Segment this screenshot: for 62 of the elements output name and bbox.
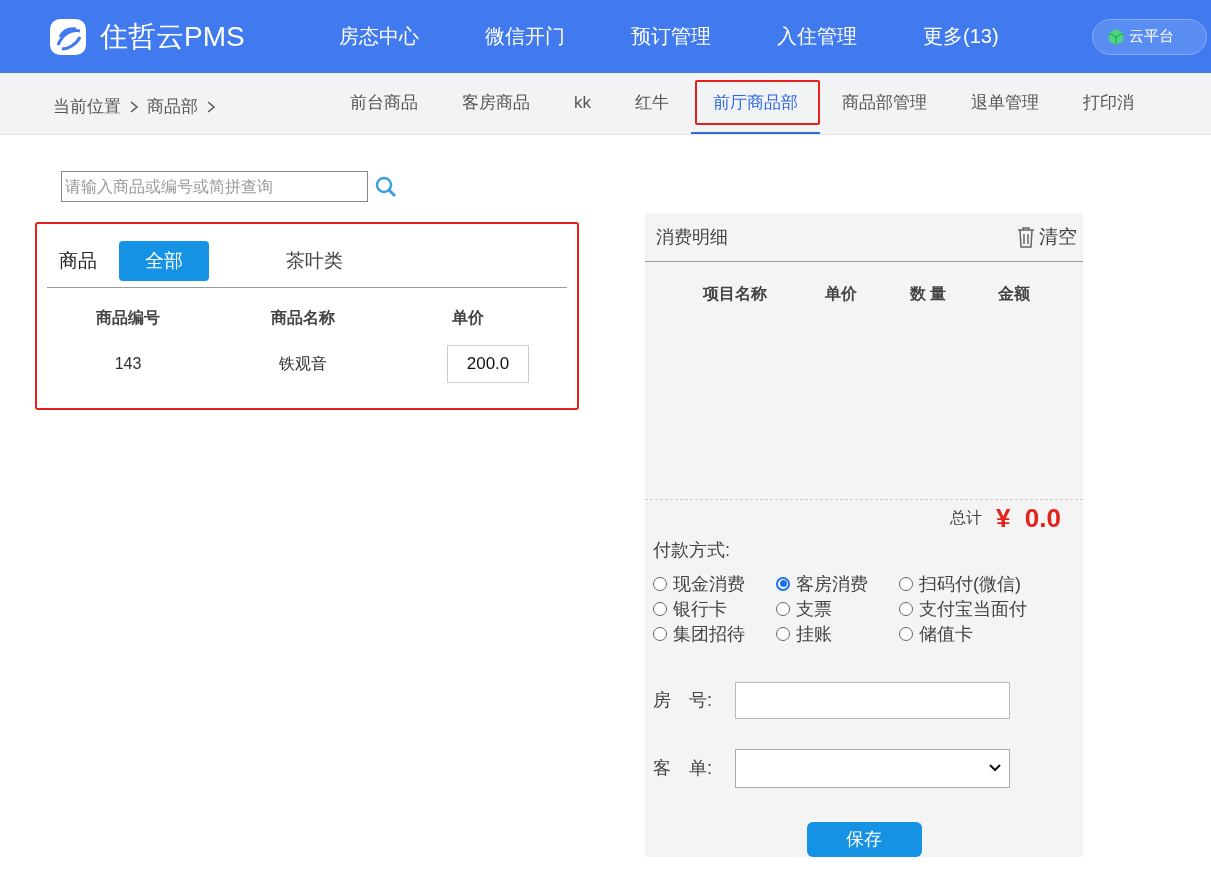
radio-button[interactable]: [899, 601, 913, 616]
radio-button[interactable]: [653, 601, 667, 616]
total-amount: ¥ 0.0: [995, 503, 1061, 535]
column-header: 项目名称: [701, 284, 768, 305]
panel-title: 消费明细: [656, 226, 728, 250]
payment-option[interactable]: 集团招待: [653, 621, 776, 646]
payment-option[interactable]: 银行卡: [653, 596, 776, 621]
column-header: 单价: [824, 284, 858, 305]
payment-option[interactable]: 现金消费: [653, 571, 776, 596]
tab[interactable]: kk: [552, 73, 613, 134]
payment-option[interactable]: 挂账: [776, 621, 899, 646]
table-cell-text: 143: [113, 355, 143, 373]
payment-label: 付款方式:: [653, 538, 731, 562]
category-tab[interactable]: 茶叶类: [269, 241, 359, 281]
search-icon[interactable]: [374, 174, 398, 199]
price-field[interactable]: 200.0: [447, 345, 529, 383]
column-header: 商品编号: [95, 308, 161, 328]
field-label: 客 单:: [653, 757, 713, 781]
brand-name: 住哲云PMS: [100, 19, 245, 54]
chevron-icon: [206, 100, 216, 113]
payment-option[interactable]: 支票: [776, 596, 899, 621]
nav-link[interactable]: 更多(13): [902, 23, 1048, 50]
tab[interactable]: 前厅商品部: [691, 73, 820, 134]
tab[interactable]: 客房商品: [440, 73, 552, 134]
radio-button[interactable]: [899, 576, 913, 591]
logo-icon: [48, 16, 88, 57]
field-label: 房 号:: [653, 689, 713, 713]
nav-link[interactable]: 房态中心: [318, 23, 464, 50]
payment-option[interactable]: 扫码付(微信): [899, 571, 1083, 596]
tab[interactable]: 打印消: [1061, 73, 1156, 134]
tab[interactable]: 退单管理: [949, 73, 1061, 134]
radio-button[interactable]: [899, 626, 913, 641]
column-header: 金额: [997, 284, 1031, 305]
payment-option[interactable]: 储值卡: [899, 621, 1083, 646]
clear-button[interactable]: 清空: [1017, 224, 1077, 251]
column-header: 商品名称: [270, 308, 336, 328]
table-cell-text: 铁观音: [278, 353, 328, 374]
payment-option[interactable]: 客房消费: [776, 571, 899, 596]
tab[interactable]: 商品部管理: [820, 73, 949, 134]
radio-button[interactable]: [653, 576, 667, 591]
cube-icon: [1107, 27, 1125, 46]
total-label: 总计: [949, 508, 982, 529]
payment-option[interactable]: 支付宝当面付: [899, 596, 1083, 621]
chevron-icon: [129, 100, 139, 113]
radio-button[interactable]: [776, 576, 790, 591]
trash-icon: [1017, 226, 1035, 249]
radio-button[interactable]: [776, 601, 790, 616]
search-field[interactable]: 请输入商品或编号或简拼查询: [61, 171, 368, 202]
radio-button[interactable]: [776, 626, 790, 641]
tab[interactable]: 前台商品: [328, 73, 440, 134]
radio-button[interactable]: [653, 626, 667, 641]
goods-label: 商品: [59, 249, 97, 273]
breadcrumb-text: 当前位置: [53, 96, 121, 118]
nav-link[interactable]: 微信开门: [464, 23, 610, 50]
nav-link[interactable]: 入住管理: [756, 23, 902, 50]
tab[interactable]: 红牛: [613, 73, 691, 134]
breadcrumb-text: 商品部: [147, 96, 198, 118]
caret-icon: [989, 764, 1001, 773]
room-number-field[interactable]: [735, 681, 1010, 719]
nav-link[interactable]: 预订管理: [610, 23, 756, 50]
column-header: 数 量: [908, 284, 948, 305]
column-header: 单价: [451, 308, 485, 328]
